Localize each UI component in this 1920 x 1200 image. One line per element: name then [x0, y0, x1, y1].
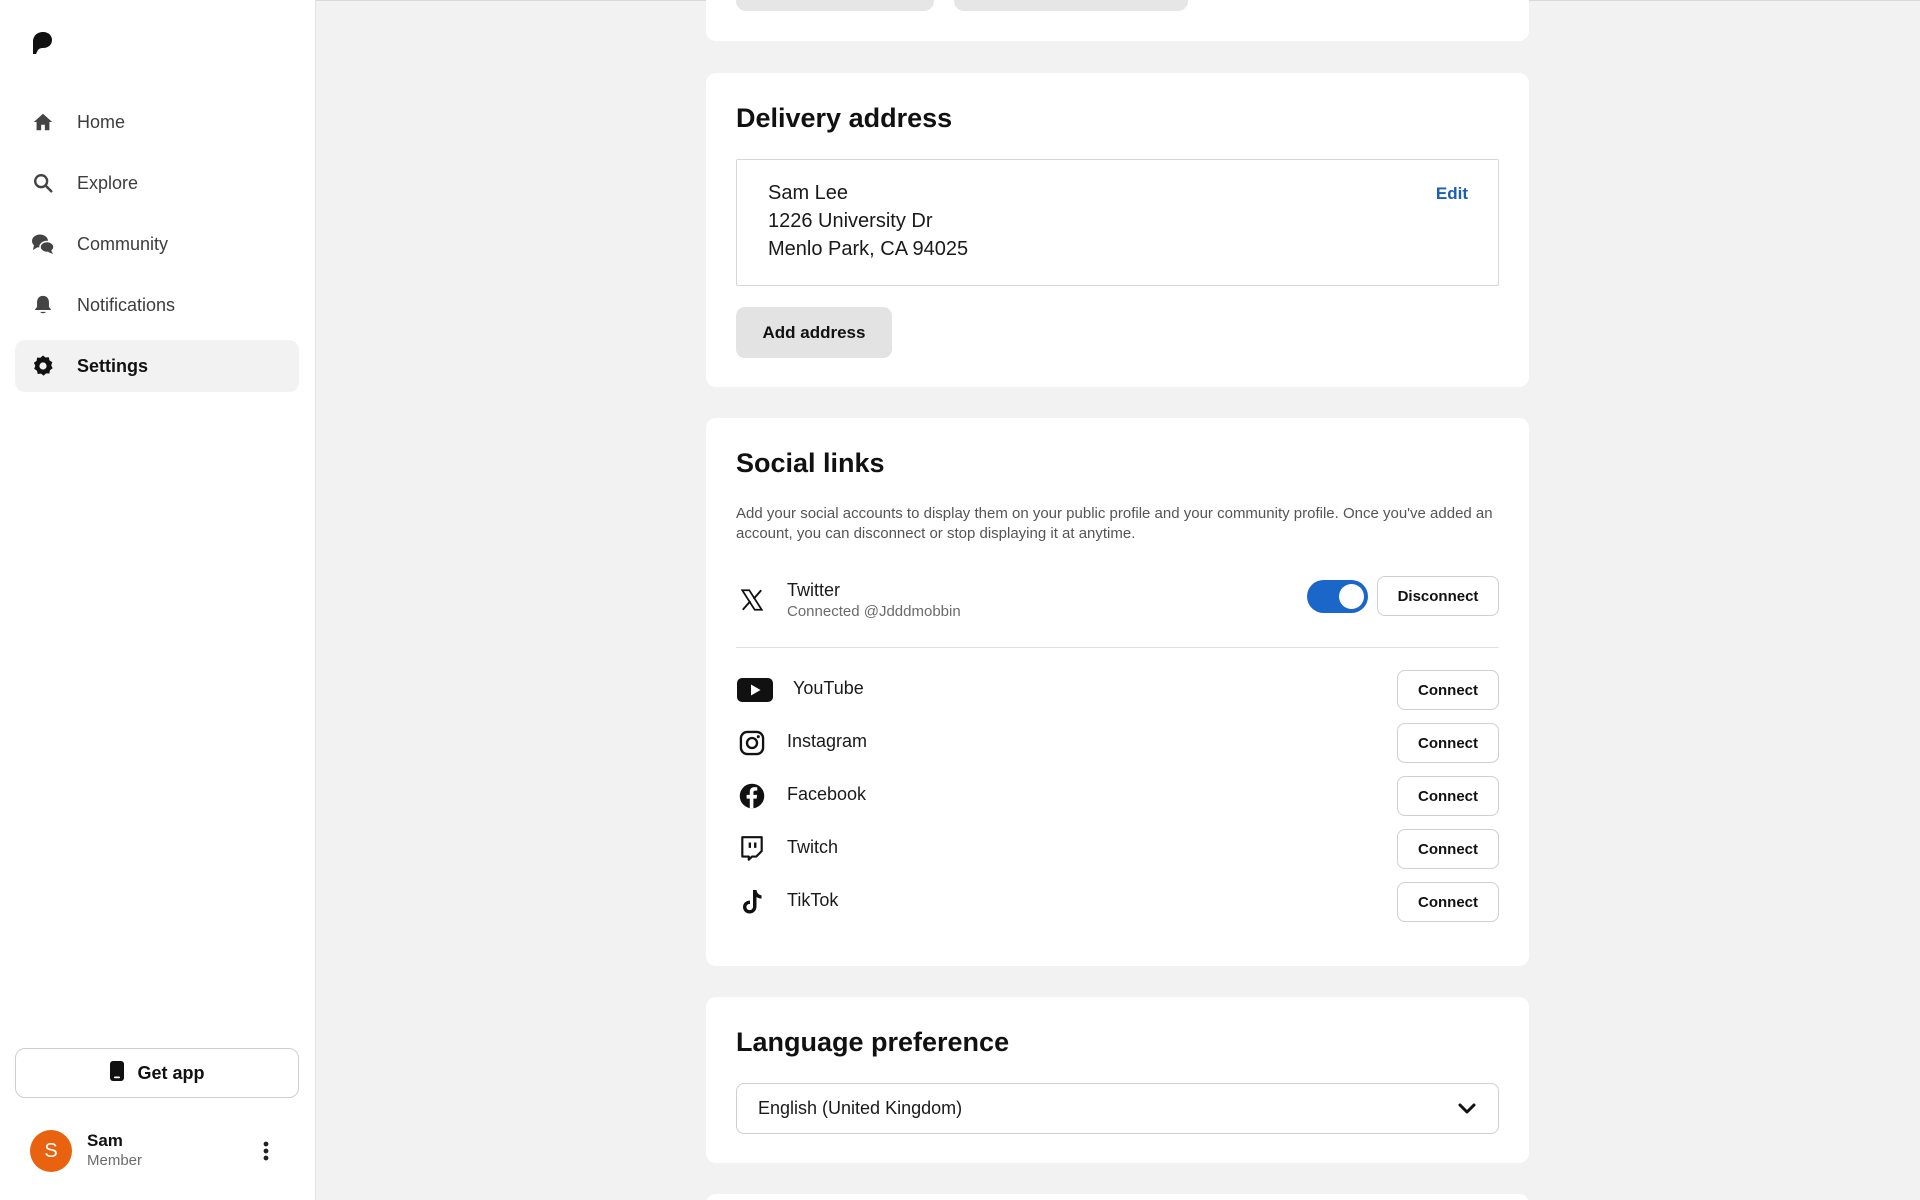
next-settings-card — [706, 1194, 1529, 1200]
chevron-down-icon — [1456, 1098, 1478, 1120]
user-profile[interactable]: S Sam Member — [30, 1129, 290, 1173]
twitter-display-toggle[interactable] — [1307, 580, 1368, 613]
language-select[interactable]: English (United Kingdom) — [736, 1083, 1499, 1134]
social-name: Instagram — [787, 731, 868, 751]
previous-settings-card — [706, 0, 1529, 41]
address-entry: Sam Lee 1226 University Dr Menlo Park, C… — [736, 159, 1499, 286]
phone-icon — [109, 1060, 125, 1087]
language-preference-card: Language preference English (United King… — [706, 997, 1529, 1163]
delivery-address-card: Delivery address Sam Lee 1226 University… — [706, 73, 1529, 387]
sidebar-item-home[interactable]: Home — [15, 96, 299, 148]
social-name: Twitch — [787, 837, 839, 857]
sidebar-item-label: Notifications — [77, 294, 176, 315]
social-row-instagram: Instagram Connect — [736, 721, 1499, 765]
disconnect-twitter-button[interactable]: Disconnect — [1377, 576, 1499, 616]
get-app-button[interactable]: Get app — [15, 1048, 299, 1098]
divider — [736, 647, 1499, 648]
social-name: TikTok — [787, 890, 839, 910]
sidebar-item-explore[interactable]: Explore — [15, 157, 299, 209]
social-row-twitter: Twitter Connected @Jdddmobbin Disconnect — [736, 576, 1499, 628]
social-connected-status: Connected @Jdddmobbin — [787, 603, 961, 620]
gear-icon — [31, 354, 55, 378]
social-links-card: Social links Add your social accounts to… — [706, 418, 1529, 966]
facebook-icon — [736, 780, 768, 812]
get-app-label: Get app — [137, 1062, 205, 1083]
sidebar-item-settings[interactable]: Settings — [15, 340, 299, 392]
twitch-icon — [736, 833, 768, 865]
social-name: Twitter — [787, 580, 841, 600]
sidebar-item-label: Community — [77, 233, 169, 254]
sidebar-item-label: Explore — [77, 172, 139, 193]
search-icon — [31, 171, 55, 195]
sidebar-item-notifications[interactable]: Notifications — [15, 279, 299, 331]
sidebar-item-label: Home — [77, 111, 126, 132]
connect-facebook-button[interactable]: Connect — [1397, 776, 1499, 816]
social-row-twitch: Twitch Connect — [736, 827, 1499, 871]
address-street: 1226 University Dr — [768, 210, 933, 232]
youtube-icon — [736, 674, 774, 706]
avatar[interactable]: S — [30, 1130, 72, 1172]
social-links-title: Social links — [736, 448, 885, 478]
language-selected-value: English (United Kingdom) — [758, 1098, 963, 1118]
more-options-icon[interactable] — [254, 1139, 278, 1163]
sidebar-item-community[interactable]: Community — [15, 218, 299, 270]
x-twitter-icon — [736, 584, 768, 616]
language-preference-title: Language preference — [736, 1027, 1010, 1057]
delivery-address-title: Delivery address — [736, 103, 953, 133]
connect-instagram-button[interactable]: Connect — [1397, 723, 1499, 763]
tiktok-icon — [736, 886, 768, 918]
sidebar-item-label: Settings — [77, 355, 149, 376]
user-info: Sam Member — [87, 1131, 142, 1171]
social-links-description: Add your social accounts to display them… — [736, 505, 1493, 542]
instagram-icon — [736, 727, 768, 759]
address-name: Sam Lee — [768, 182, 849, 204]
address-city: Menlo Park, CA 94025 — [768, 238, 969, 260]
social-row-facebook: Facebook Connect — [736, 774, 1499, 818]
chat-bubbles-icon — [31, 232, 55, 256]
previous-card-button[interactable] — [736, 0, 934, 11]
toggle-knob — [1339, 584, 1364, 609]
home-icon — [31, 110, 55, 134]
user-name: Sam — [87, 1131, 123, 1150]
social-name: Facebook — [787, 784, 867, 804]
add-address-button[interactable]: Add address — [736, 307, 892, 358]
social-row-tiktok: TikTok Connect — [736, 880, 1499, 924]
connect-tiktok-button[interactable]: Connect — [1397, 882, 1499, 922]
edit-address-link[interactable]: Edit — [1436, 184, 1468, 204]
connect-youtube-button[interactable]: Connect — [1397, 670, 1499, 710]
patreon-logo[interactable] — [30, 30, 54, 56]
connect-twitch-button[interactable]: Connect — [1397, 829, 1499, 869]
user-role: Member — [87, 1152, 143, 1169]
sidebar: Home Explore Community Notifications Set… — [0, 0, 316, 1200]
previous-card-button[interactable] — [954, 0, 1188, 11]
bell-icon — [31, 293, 55, 317]
sidebar-nav: Home Explore Community Notifications Set… — [15, 96, 299, 401]
social-name: YouTube — [793, 678, 864, 698]
social-row-youtube: YouTube Connect — [736, 668, 1499, 712]
